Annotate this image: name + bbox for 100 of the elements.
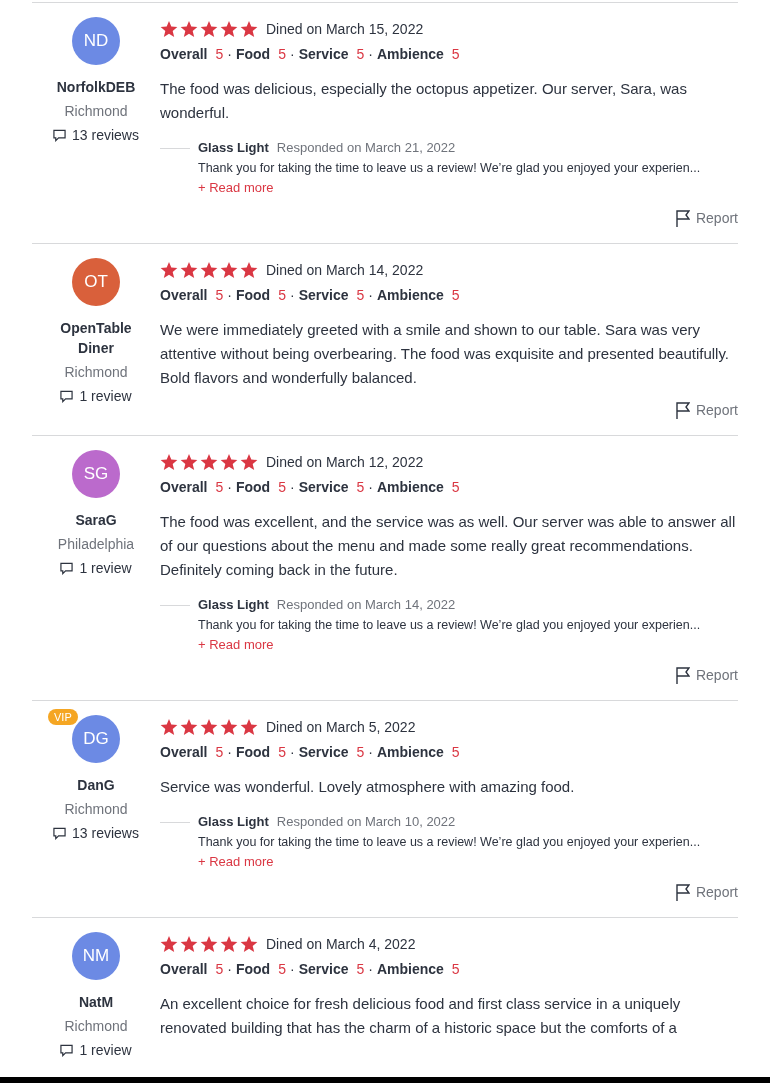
star-icon [160,718,178,736]
review-text: The food was delicious, especially the octopus appetizer. Our server, Sara, was wonderful. [160,79,688,123]
reviewer-location: Richmond [64,363,128,382]
flag-icon [675,884,690,901]
star-icon [220,718,238,736]
separator-dot: · [289,743,295,762]
star-icon [220,261,238,279]
star-icon [240,935,258,953]
review-count: 1 review [79,1041,132,1060]
report-button[interactable]: Report [675,882,738,903]
reviewer-location: Richmond [64,800,128,819]
report-button[interactable]: Report [675,208,738,229]
reviewer-name[interactable]: NatM [48,992,144,1012]
rating-label: Service [298,286,349,305]
response-text: Thank you for taking the time to leave us a review! We’re glad you enjoyed your experien... [198,160,701,177]
rating-value: 5 [215,45,224,64]
star-icon [160,453,178,471]
divider-line [160,148,190,149]
rating-value: 5 [278,478,286,497]
reviewer-location: Philadelphia [57,535,135,554]
rating-value: 5 [215,286,224,305]
reviewer-name[interactable]: SaraG [48,510,144,530]
review-count: 1 review [79,559,132,578]
dined-date: Dined on March 14, 2022 [266,260,424,280]
separator-dot: · [227,45,232,64]
reviewer-name[interactable]: NorfolkDEB [48,77,144,97]
dined-date: Dined on March 12, 2022 [266,452,424,472]
flag-icon [675,402,690,419]
review-count: 1 review [79,387,132,406]
rating-value: 5 [356,286,365,305]
rating-value: 5 [215,478,224,497]
separator-dot: · [289,45,295,64]
read-more-link[interactable]: + Read more [198,178,274,198]
star-icon [240,20,258,38]
divider-line [160,605,190,606]
star-icon [180,453,198,471]
divider-line [160,822,190,823]
comment-icon [60,1043,74,1057]
rating-label: Ambience [376,286,444,305]
separator-dot: · [227,960,232,979]
star-icon [220,453,238,471]
star-icon [160,20,178,38]
reviewer-name[interactable]: DanG [48,775,144,795]
separator-dot: · [289,478,295,497]
rating-label: Ambience [376,743,444,762]
star-icon [200,935,218,953]
response-date: Responded on March 14, 2022 [276,596,456,614]
star-icon [220,935,238,953]
rating-value: 5 [278,45,286,64]
separator-dot: · [289,960,295,979]
review-text: We were immediately greeted with a smile and shown to our table. Sara was very attentive without being overbearing. The food was exquisite and presented beautifully. Bold flavors and wonderfully balanced. [160,320,730,388]
star-icon [180,261,198,279]
rating-label: Food [235,478,271,497]
rating-label: Ambience [376,45,444,64]
separator-dot: · [368,45,373,64]
vip-badge: VIP [48,709,78,725]
rating-value: 5 [451,960,460,979]
rating-value: 5 [451,478,460,497]
response-date: Responded on March 10, 2022 [276,813,456,831]
responder-name: Glass Light [198,813,269,831]
report-button[interactable]: Report [675,400,738,421]
read-more-link[interactable]: + Read more [198,852,274,872]
review-text: The food was excellent, and the service was as well. Our server was able to answer all of our questions about the menu and made some really great recommendations. Definitely coming back in the future. [160,512,737,580]
rating-label: Overall [160,743,208,762]
star-icon [240,261,258,279]
star-icon [200,20,218,38]
read-more-link[interactable]: + Read more [198,635,274,655]
report-button[interactable]: Report [675,665,738,686]
rating-label: Service [298,45,349,64]
rating-label: Ambience [376,960,444,979]
rating-value: 5 [451,286,460,305]
response-date: Responded on March 21, 2022 [276,139,456,157]
star-icon [220,20,238,38]
star-icon [180,20,198,38]
rating-value: 5 [215,743,224,762]
avatar-initials: DG [83,728,109,751]
avatar-initials: SG [83,463,109,486]
rating-label: Food [235,960,271,979]
response-text: Thank you for taking the time to leave us a review! We’re glad you enjoyed your experien... [198,834,701,851]
responder-name: Glass Light [198,139,269,157]
dined-date: Dined on March 5, 2022 [266,717,416,737]
separator-dot: · [227,478,232,497]
rating-value: 5 [278,960,286,979]
avatar-initials: NM [82,945,110,968]
comment-icon [60,389,74,403]
dined-date: Dined on March 4, 2022 [266,934,416,954]
reviewer-name[interactable]: OpenTable Diner [48,318,144,358]
reviewer-location: Richmond [64,1017,128,1036]
responder-name: Glass Light [198,596,269,614]
avatar-initials: ND [83,30,109,53]
rating-label: Service [298,743,349,762]
separator-dot: · [368,743,373,762]
rating-label: Food [235,45,271,64]
rating-label: Ambience [376,478,444,497]
rating-value: 5 [215,960,224,979]
rating-value: 5 [356,478,365,497]
star-icon [180,718,198,736]
star-icon [160,935,178,953]
rating-value: 5 [356,743,365,762]
separator-dot: · [368,478,373,497]
